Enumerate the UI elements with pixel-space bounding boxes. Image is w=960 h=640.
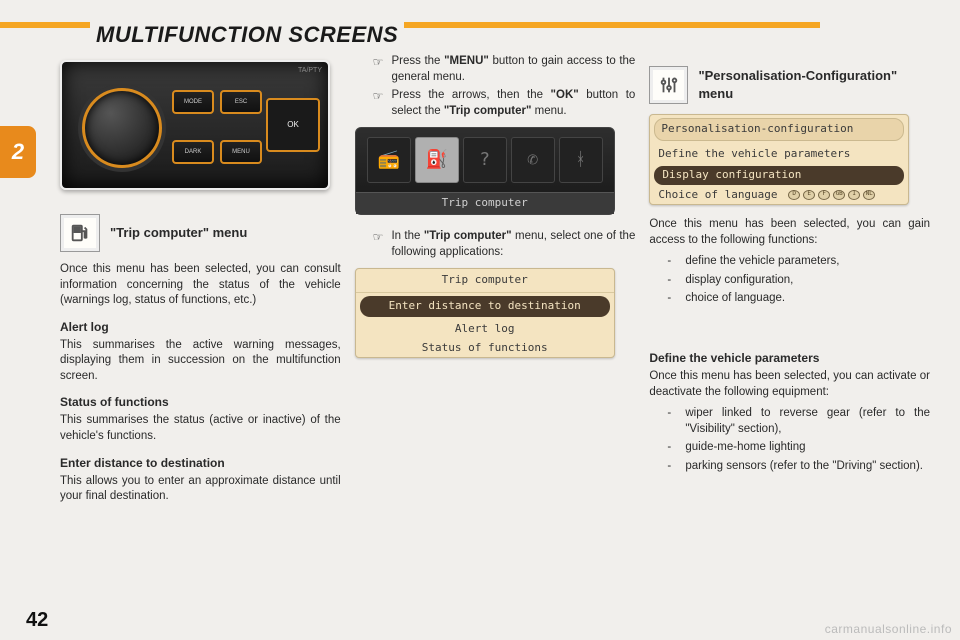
step1-pre: Press the [391,55,444,67]
step-1-text: Press the "MENU" button to gain access t… [391,54,635,85]
flag-icon: E [803,190,815,200]
define-params-heading: Define the vehicle parameters [649,350,930,366]
equip-guide: -guide-me-home lighting [667,440,930,456]
step-3: ☞ In the "Trip computer" menu, select on… [373,229,636,260]
personalisation-intro: Once this menu has been selected, you ca… [649,217,930,248]
screen-trip-menu: Trip computer Enter distance to destinat… [355,268,615,358]
step-1: ☞ Press the "MENU" button to gain access… [373,54,636,85]
func1-text: define the vehicle parameters, [685,254,839,270]
sliders-icon [649,66,688,104]
step-3-text: In the "Trip computer" menu, select one … [391,229,635,260]
trip-computer-title: "Trip computer" menu [110,224,247,242]
step-2: ☞ Press the arrows, then the "OK" button… [373,88,636,119]
screen-trip-icons: 📻 ⛽ ? ✆ ᚼ Trip computer [355,127,615,215]
screen1-label: Trip computer [356,192,614,214]
personalisation-functions: -define the vehicle parameters, -display… [649,254,930,307]
esc-button: ESC [220,90,262,114]
steps-list-2: ☞ In the "Trip computer" menu, select on… [355,229,636,260]
screen3-selected: Display configuration [654,166,904,185]
language-flags: D E F GB I NL [788,190,875,200]
screen2-title: Trip computer [356,269,614,293]
enter-distance-heading: Enter distance to destination [60,455,341,471]
manual-page: MULTIFUNCTION SCREENS 2 42 carmanualsonl… [0,0,960,640]
column-left: TA/PTY MODE DARK ESC MENU "Trip computer… [60,54,341,604]
dash-bullet: - [667,459,677,475]
flag-icon: GB [833,190,845,200]
func2-text: display configuration, [685,273,793,289]
step-2-text: Press the arrows, then the "OK" button t… [391,88,635,119]
step2-bold1: "OK" [551,89,579,101]
dash-bullet: - [667,291,677,307]
fuel-icon: ⛽ [415,137,459,183]
enter-distance-body: This allows you to enter an approximate … [60,474,341,505]
column-middle: ☞ Press the "MENU" button to gain access… [355,54,636,604]
step3-bold: "Trip computer" [424,230,512,242]
settings-sliders-icon: ? [463,137,507,183]
mode-button: MODE [172,90,214,114]
define-params-body: Once this menu has been selected, you ca… [649,369,930,400]
screen3-row-define: Define the vehicle parameters [650,146,908,164]
personalisation-title: "Personalisation-Configuration" menu [698,67,930,102]
status-heading: Status of functions [60,394,341,410]
step2-bold2: "Trip computer" [444,105,532,117]
func-define: -define the vehicle parameters, [667,254,930,270]
ta-pty-label: TA/PTY [298,66,322,75]
dark-button: DARK [172,140,214,164]
flag-icon: I [848,190,860,200]
ok-dpad [266,98,320,152]
bluetooth-icon: ᚼ [559,137,603,183]
step1-bold: "MENU" [444,55,489,67]
steps-list-1: ☞ Press the "MENU" button to gain access… [355,54,636,119]
content-columns: TA/PTY MODE DARK ESC MENU "Trip computer… [60,54,930,604]
radio-icon: 📻 [367,137,411,183]
pointer-icon: ☞ [373,88,384,119]
screen3-row-language: Choice of language D E F GB I NL [650,187,908,205]
step3-pre: In the [391,230,423,242]
dash-bullet: - [667,440,677,456]
status-body: This summarises the status (active or in… [60,413,341,444]
rotary-dial [82,88,162,168]
equip-wiper: -wiper linked to reverse gear (refer to … [667,406,930,437]
screen2-row-status: Status of functions [356,339,614,358]
screen3-title: Personalisation-configuration [654,118,904,141]
equip1-text: wiper linked to reverse gear (refer to t… [685,406,930,437]
column-right: "Personalisation-Configuration" menu Per… [649,54,930,604]
control-panel-photo: TA/PTY MODE DARK ESC MENU [60,60,330,190]
dash-bullet: - [667,273,677,289]
fuel-pump-icon [60,214,100,252]
func-language: -choice of language. [667,291,930,307]
equip2-text: guide-me-home lighting [685,440,805,456]
equip3-text: parking sensors (refer to the "Driving" … [685,459,923,475]
flag-icon: NL [863,190,875,200]
screen-personalisation: Personalisation-configuration Define the… [649,114,909,205]
equipment-list: -wiper linked to reverse gear (refer to … [649,406,930,474]
icon-row: 📻 ⛽ ? ✆ ᚼ [356,128,614,192]
screen3-language-text: Choice of language [658,188,777,201]
page-number: 42 [26,609,48,632]
dash-bullet: - [667,254,677,270]
personalisation-heading: "Personalisation-Configuration" menu [649,66,930,104]
alert-log-body: This summarises the active warning messa… [60,338,341,385]
flag-icon: D [788,190,800,200]
equip-parking: -parking sensors (refer to the "Driving"… [667,459,930,475]
phone-icon: ✆ [511,137,555,183]
flag-icon: F [818,190,830,200]
trip-computer-heading: "Trip computer" menu [60,214,341,252]
func3-text: choice of language. [685,291,785,307]
dash-bullet: - [667,406,677,437]
watermark: carmanualsonline.info [825,622,952,636]
screen2-selected: Enter distance to destination [360,296,610,317]
step2-pre: Press the arrows, then the [391,89,550,101]
func-display: -display configuration, [667,273,930,289]
trip-computer-intro: Once this menu has been selected, you ca… [60,262,341,309]
step2-post: menu. [531,105,566,117]
pointer-icon: ☞ [373,54,384,85]
chapter-tab: 2 [0,126,36,178]
screen2-row-alert: Alert log [356,320,614,339]
spacer [649,310,930,340]
page-title: MULTIFUNCTION SCREENS [90,22,404,48]
pointer-icon: ☞ [373,229,384,260]
alert-log-heading: Alert log [60,319,341,335]
menu-button: MENU [220,140,262,164]
